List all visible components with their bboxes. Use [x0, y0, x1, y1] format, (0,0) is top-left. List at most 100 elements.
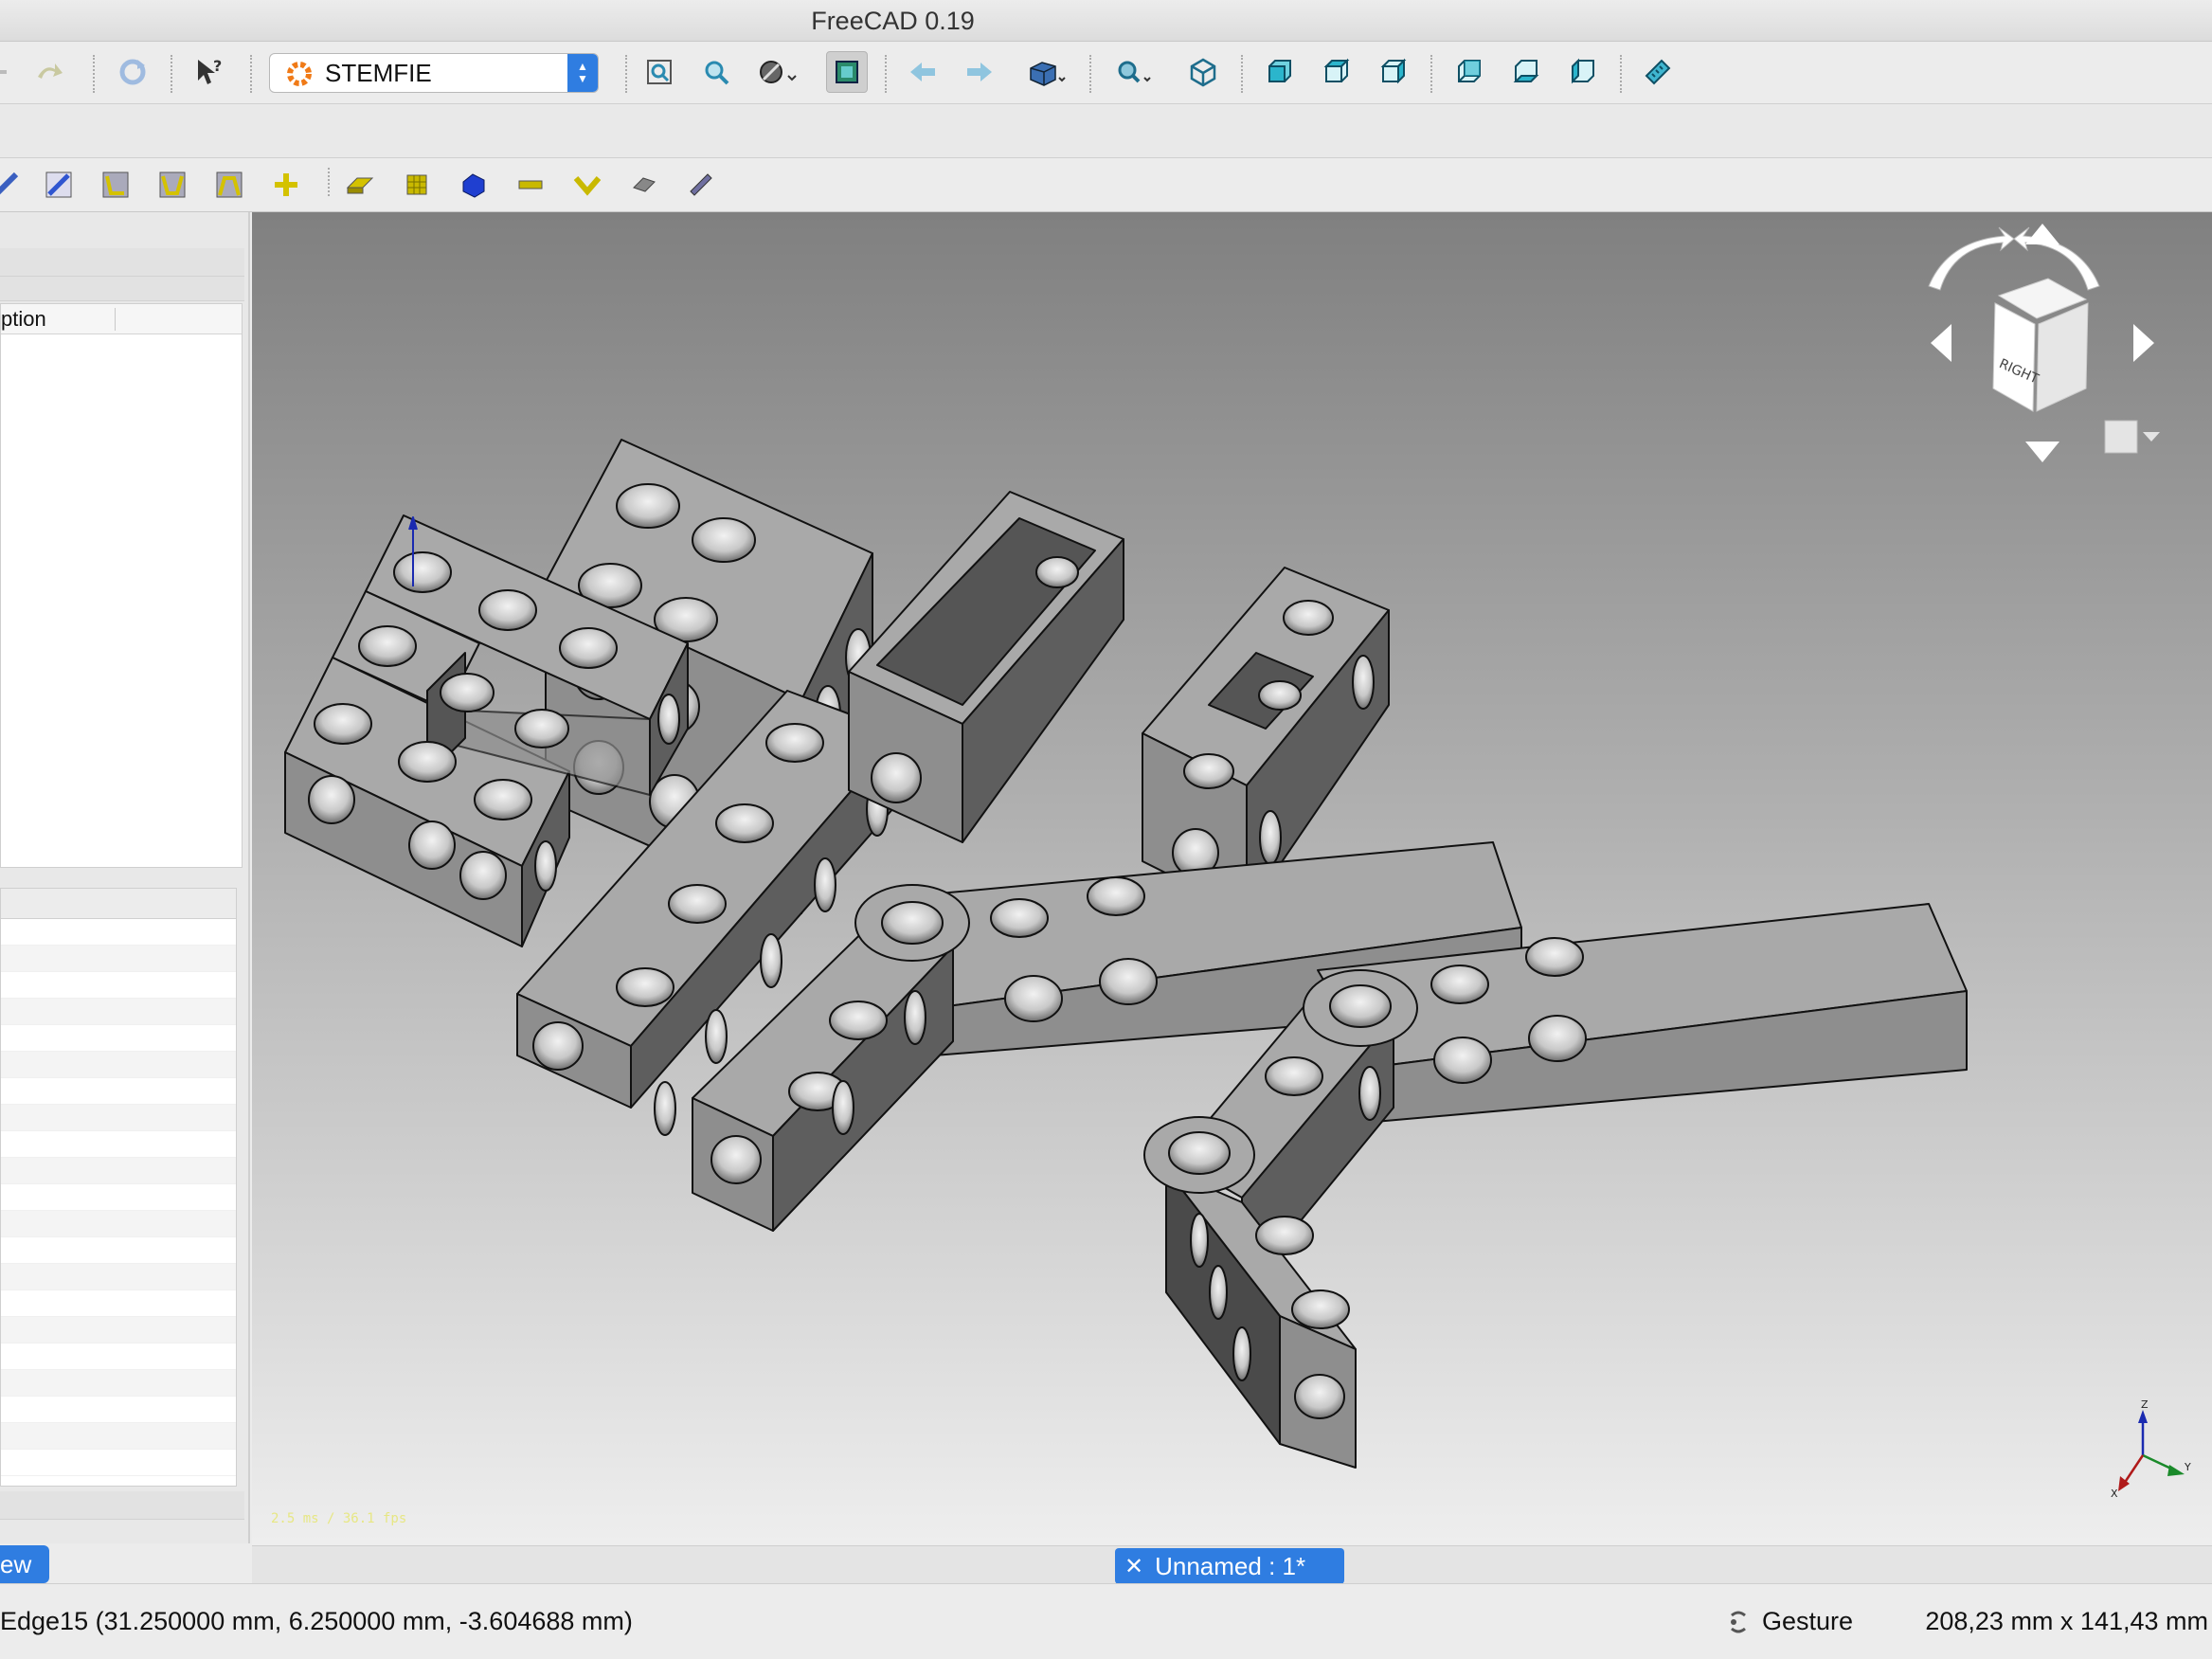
chevron-updown-icon: ▲ ▼	[567, 54, 598, 92]
back-arrow-icon[interactable]	[902, 51, 944, 93]
bottom-view-icon[interactable]	[1504, 51, 1546, 93]
part-angle-icon[interactable]	[566, 164, 608, 206]
axis-cross-icon: Z Y X	[2111, 1398, 2191, 1500]
navigation-style-selector[interactable]: Gesture	[1724, 1607, 1853, 1636]
gesture-icon	[1731, 1611, 1746, 1632]
zoom-menu-icon[interactable]	[1114, 51, 1156, 93]
part-block-icon[interactable]	[396, 164, 438, 206]
navigation-style-label: Gesture	[1762, 1607, 1854, 1635]
panel-tab-strip	[0, 248, 244, 277]
document-tab-label: Unnamed : 1*	[1155, 1551, 1306, 1580]
forward-arrow-icon[interactable]	[959, 51, 1000, 93]
fps-overlay: 2.5 ms / 36.1 fps	[271, 1511, 407, 1526]
property-row[interactable]	[1, 1237, 236, 1264]
refresh-icon[interactable]	[112, 51, 153, 93]
fit-all-icon[interactable]	[638, 51, 680, 93]
window-title: FreeCAD 0.19	[811, 7, 975, 35]
property-row[interactable]	[1, 1078, 236, 1105]
undo-icon[interactable]	[0, 51, 21, 93]
toolbar-separator	[328, 168, 330, 196]
view-tab[interactable]: ew	[0, 1545, 49, 1583]
property-row[interactable]	[1, 1423, 236, 1450]
property-row[interactable]	[1, 1158, 236, 1184]
part-plate-icon[interactable]	[339, 164, 381, 206]
property-row[interactable]	[1, 1290, 236, 1317]
workbench-label: STEMFIE	[325, 58, 432, 87]
left-view-icon[interactable]	[1561, 51, 1603, 93]
toolbar-separator	[625, 55, 627, 93]
document-tab-bar: ✕ Unnamed : 1*	[252, 1545, 2212, 1584]
status-bar: Edge15 (31.250000 mm, 6.250000 mm, -3.60…	[0, 1583, 2212, 1659]
part-cross-icon[interactable]	[265, 164, 307, 206]
toolbar-separator	[885, 55, 887, 93]
top-view-icon[interactable]	[1315, 51, 1357, 93]
stemfie-toolbar	[0, 158, 2212, 212]
toolbar-separator	[1089, 55, 1091, 93]
property-header	[1, 889, 236, 919]
bounding-box-icon[interactable]	[826, 51, 868, 93]
fit-selection-icon[interactable]	[695, 51, 737, 93]
std-views-menu-icon[interactable]	[1027, 51, 1069, 93]
rear-view-icon[interactable]	[1448, 51, 1489, 93]
toolbar-separator	[171, 55, 172, 93]
workbench-selector[interactable]: STEMFIE ▲ ▼	[269, 53, 599, 93]
nav-left-arrow-icon	[1931, 324, 1951, 362]
part-shaft-icon[interactable]	[510, 164, 551, 206]
property-row[interactable]	[1, 1025, 236, 1052]
toolbar-separator	[93, 55, 95, 93]
svg-text:?: ?	[213, 57, 222, 75]
part-bracket-icon[interactable]	[95, 164, 136, 206]
property-row[interactable]	[1, 1052, 236, 1078]
redo-icon[interactable]	[28, 51, 70, 93]
measure-ruler-icon[interactable]	[1637, 51, 1679, 93]
view-dimensions: 208,23 mm x 141,43 mm	[1925, 1607, 2208, 1635]
whats-this-icon[interactable]: ?	[188, 51, 229, 93]
stemfie-logo-icon	[287, 62, 312, 86]
property-row[interactable]	[1, 999, 236, 1025]
part-beam-icon[interactable]	[0, 164, 27, 206]
part-spacer-icon[interactable]	[680, 164, 722, 206]
property-row[interactable]	[1, 1184, 236, 1211]
property-row[interactable]	[1, 1397, 236, 1423]
part-brace-icon[interactable]	[38, 164, 80, 206]
document-tab[interactable]: ✕ Unnamed : 1*	[1115, 1548, 1344, 1584]
toolbar-separator	[250, 55, 252, 93]
property-row[interactable]	[1, 1131, 236, 1158]
property-row[interactable]	[1, 972, 236, 999]
property-row[interactable]	[1, 1211, 236, 1237]
axis-y-label: Y	[2184, 1461, 2191, 1473]
property-row[interactable]	[1, 1370, 236, 1397]
navigation-cube: RIGHT	[1928, 224, 2160, 462]
part-arch-icon[interactable]	[208, 164, 250, 206]
panel-subtab-strip	[0, 277, 244, 301]
nav-down-arrow-icon	[2025, 442, 2059, 462]
property-row[interactable]	[1, 919, 236, 946]
front-view-icon[interactable]	[1258, 51, 1300, 93]
property-row[interactable]	[1, 946, 236, 972]
right-view-icon[interactable]	[1372, 51, 1413, 93]
toolbar-separator	[1430, 55, 1432, 93]
part-u-bracket-icon[interactable]	[152, 164, 193, 206]
property-row[interactable]	[1, 1264, 236, 1290]
main-toolbar: ? STEMFIE ▲ ▼	[0, 42, 2212, 104]
tree-column-header[interactable]: ption	[1, 304, 242, 334]
window-titlebar: FreeCAD 0.19	[0, 0, 2212, 42]
model-tree[interactable]: ption	[0, 303, 243, 868]
property-row[interactable]	[1, 1317, 236, 1343]
3d-viewport[interactable]: RIGHT Z Y X 2.5 ms / 36.1 fps	[252, 212, 2212, 1545]
secondary-toolbar	[0, 104, 2212, 158]
toolbar-separator	[1620, 55, 1622, 93]
part-cube-blue-icon[interactable]	[453, 164, 495, 206]
axis-x-label: X	[2111, 1488, 2118, 1500]
isometric-view-icon[interactable]	[1182, 51, 1224, 93]
rotate-right-arrow-icon	[2013, 226, 2100, 291]
property-row[interactable]	[1, 1450, 236, 1476]
close-icon[interactable]: ✕	[1124, 1553, 1143, 1580]
property-row[interactable]	[1, 1105, 236, 1131]
property-row[interactable]	[1, 1343, 236, 1370]
3d-scene[interactable]: RIGHT Z Y X	[252, 212, 2212, 1545]
property-view[interactable]	[0, 888, 237, 1487]
rotate-left-arrow-icon	[1928, 226, 2015, 291]
draw-style-icon[interactable]	[758, 51, 800, 93]
part-connector-icon[interactable]	[623, 164, 665, 206]
